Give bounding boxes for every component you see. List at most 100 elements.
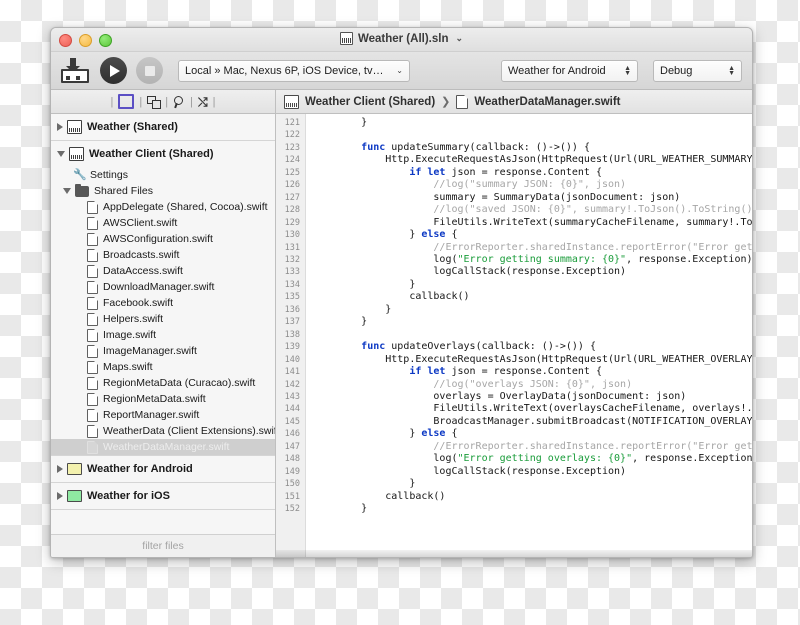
- code-line[interactable]: FileUtils.WriteText(overlaysCacheFilenam…: [313, 403, 752, 415]
- configuration-selector[interactable]: Debug ▲ ▼: [653, 59, 742, 82]
- sidebar-file-row[interactable]: AWSClient.swift: [51, 215, 275, 231]
- code-line[interactable]: BroadcastManager.submitBroadcast(NOTIFIC…: [313, 416, 752, 428]
- sidebar-file-row[interactable]: Shared Files: [51, 183, 275, 199]
- sidebar-file-row[interactable]: Maps.swift: [51, 359, 275, 375]
- sidebar-file-row[interactable]: ReportManager.swift: [51, 407, 275, 423]
- sidebar-file-row[interactable]: Facebook.swift: [51, 295, 275, 311]
- code-line[interactable]: callback(): [313, 291, 752, 303]
- disclosure-triangle-collapsed[interactable]: [57, 492, 63, 500]
- divider: |: [212, 95, 216, 108]
- code-line[interactable]: Http.ExecuteRequestAsJson(HttpRequest(Ur…: [313, 354, 752, 366]
- code-line[interactable]: func updateOverlays(callback: ()->()) {: [313, 341, 752, 353]
- code-line[interactable]: }: [313, 478, 752, 490]
- disclosure-triangle-collapsed[interactable]: [57, 465, 63, 473]
- sidebar-file-row[interactable]: WeatherDataManager.swift: [51, 439, 275, 455]
- search-icon[interactable]: [173, 95, 185, 108]
- code-line[interactable]: callback(): [313, 491, 752, 503]
- code-line[interactable]: //log("summary JSON: {0}", json): [313, 179, 752, 191]
- code-line[interactable]: }: [313, 316, 752, 328]
- code-line[interactable]: func updateSummary(callback: ()->()) {: [313, 142, 752, 154]
- divider: |: [110, 95, 114, 108]
- code-text: }: [313, 428, 422, 440]
- sidebar-group: Weather for iOS: [51, 483, 275, 510]
- code-line[interactable]: summary = SummaryData(jsonDocument: json…: [313, 192, 752, 204]
- code-line[interactable]: }: [313, 117, 752, 129]
- code-line[interactable]: log("Error getting overlays: {0}", respo…: [313, 453, 752, 465]
- sidebar-file-row[interactable]: 🔧 Settings: [51, 167, 275, 183]
- code-line[interactable]: }: [313, 304, 752, 316]
- line-number: 133: [284, 267, 300, 278]
- disclosure-triangle-collapsed[interactable]: [57, 123, 63, 131]
- code-line[interactable]: }: [313, 279, 752, 291]
- breadcrumb-file[interactable]: WeatherDataManager.swift: [474, 96, 620, 108]
- sidebar-file-row[interactable]: DataAccess.swift: [51, 263, 275, 279]
- code-line[interactable]: //ErrorReporter.sharedInstance.reportErr…: [313, 242, 752, 254]
- line-number: 136: [284, 304, 300, 315]
- sidebar-item-label: RegionMetaData.swift: [103, 393, 206, 405]
- sidebar-file-row[interactable]: DownloadManager.swift: [51, 279, 275, 295]
- code-line[interactable]: logCallStack(response.Exception): [313, 466, 752, 478]
- sidebar-project-row[interactable]: Weather for Android: [51, 456, 275, 482]
- code-line[interactable]: } else {: [313, 229, 752, 241]
- code-content[interactable]: } func updateSummary(callback: ()->()) {…: [306, 114, 752, 557]
- run-button[interactable]: [100, 57, 127, 84]
- sidebar-tree[interactable]: Weather (Shared) Weather Client (Shared) 🔧…: [51, 114, 275, 534]
- target-selector[interactable]: Local » Mac, Nexus 6P, iOS Device, tv… ⌄: [178, 59, 410, 82]
- sidebar-file-row[interactable]: AWSConfiguration.swift: [51, 231, 275, 247]
- file-icon: [87, 216, 98, 230]
- duplicate-icon[interactable]: [147, 95, 162, 109]
- disclosure-triangle-expanded[interactable]: [63, 188, 71, 194]
- line-number: 141: [284, 367, 300, 378]
- code-comment: //log("summary JSON: {0}", json): [313, 179, 627, 191]
- code-line[interactable]: if let json = response.Content {: [313, 167, 752, 179]
- disclosure-triangle-expanded[interactable]: [57, 151, 65, 157]
- sidebar-file-row[interactable]: Helpers.swift: [51, 311, 275, 327]
- sidebar-file-row[interactable]: RegionMetaData (Curacao).swift: [51, 375, 275, 391]
- chevron-down-icon: ⌄: [396, 66, 403, 75]
- project-selector[interactable]: Weather for Android ▲ ▼: [501, 59, 638, 82]
- sidebar-file-row[interactable]: ImageManager.swift: [51, 343, 275, 359]
- stop-button[interactable]: [136, 57, 163, 84]
- chevron-down-icon[interactable]: ⌄: [455, 33, 463, 44]
- code-text: logCallStack(response.Exception): [313, 266, 627, 278]
- filter-files-input[interactable]: filter files: [51, 534, 275, 557]
- window-title[interactable]: Weather (All).sln ⌄: [51, 32, 752, 45]
- breadcrumb-project[interactable]: Weather Client (Shared): [305, 96, 435, 108]
- window-body: Weather (Shared) Weather Client (Shared) 🔧…: [51, 114, 752, 557]
- code-line[interactable]: overlays = OverlayData(jsonDocument: jso…: [313, 391, 752, 403]
- code-line[interactable]: if let json = response.Content {: [313, 366, 752, 378]
- code-line[interactable]: logCallStack(response.Exception): [313, 266, 752, 278]
- code-line[interactable]: }: [313, 503, 752, 515]
- sidebar-item-label: Shared Files: [94, 185, 153, 197]
- code-line[interactable]: [313, 129, 752, 141]
- sidebar-project-row[interactable]: Weather for iOS: [51, 483, 275, 509]
- code-line[interactable]: [313, 329, 752, 341]
- sidebar-file-row[interactable]: Image.swift: [51, 327, 275, 343]
- line-number-gutter: 121 122 123 124 125 126 127 128 129 130 131 132 133 1…: [276, 114, 306, 557]
- code-line[interactable]: } else {: [313, 428, 752, 440]
- sidebar-file-row[interactable]: RegionMetaData.swift: [51, 391, 275, 407]
- sidebar-file-row[interactable]: WeatherData (Client Extensions).swift: [51, 423, 275, 439]
- code-editor[interactable]: 121 122 123 124 125 126 127 128 129 130 131 132 133 1…: [276, 114, 752, 557]
- code-line[interactable]: //log("saved JSON: {0}", summary!.ToJson…: [313, 204, 752, 216]
- code-line[interactable]: //ErrorReporter.sharedInstance.reportErr…: [313, 441, 752, 453]
- code-line[interactable]: Http.ExecuteRequestAsJson(HttpRequest(Ur…: [313, 154, 752, 166]
- code-line[interactable]: FileUtils.WriteText(summaryCacheFilename…: [313, 217, 752, 229]
- sidebar-item-label: Image.swift: [103, 329, 157, 341]
- code-keyword: else: [421, 428, 446, 440]
- line-number: 150: [284, 479, 300, 490]
- sidebar-file-row[interactable]: Broadcasts.swift: [51, 247, 275, 263]
- file-icon: [87, 264, 98, 278]
- shuffle-icon[interactable]: ⤭: [198, 96, 208, 108]
- window-title-label: Weather (All).sln: [357, 32, 449, 45]
- solution-sidebar: Weather (Shared) Weather Client (Shared) 🔧…: [51, 114, 276, 557]
- sidebar-project-row[interactable]: Weather (Shared): [51, 114, 275, 140]
- file-icon: [87, 312, 98, 326]
- code-line[interactable]: //log("overlays JSON: {0}", json): [313, 379, 752, 391]
- sidebar-file-row[interactable]: AppDelegate (Shared, Cocoa).swift: [51, 199, 275, 215]
- square-outline-icon[interactable]: [118, 94, 135, 109]
- code-text: logCallStack(response.Exception): [313, 465, 627, 477]
- sidebar-project-row[interactable]: Weather Client (Shared): [51, 141, 275, 167]
- code-line[interactable]: log("Error getting summary: {0}", respon…: [313, 254, 752, 266]
